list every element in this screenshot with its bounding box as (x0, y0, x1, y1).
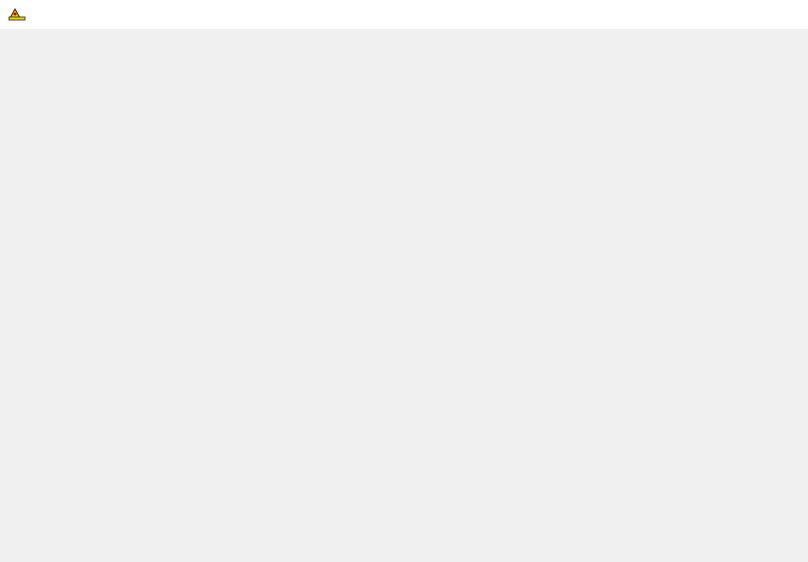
calibrator-app-icon (8, 7, 26, 21)
title-bar (0, 0, 808, 29)
